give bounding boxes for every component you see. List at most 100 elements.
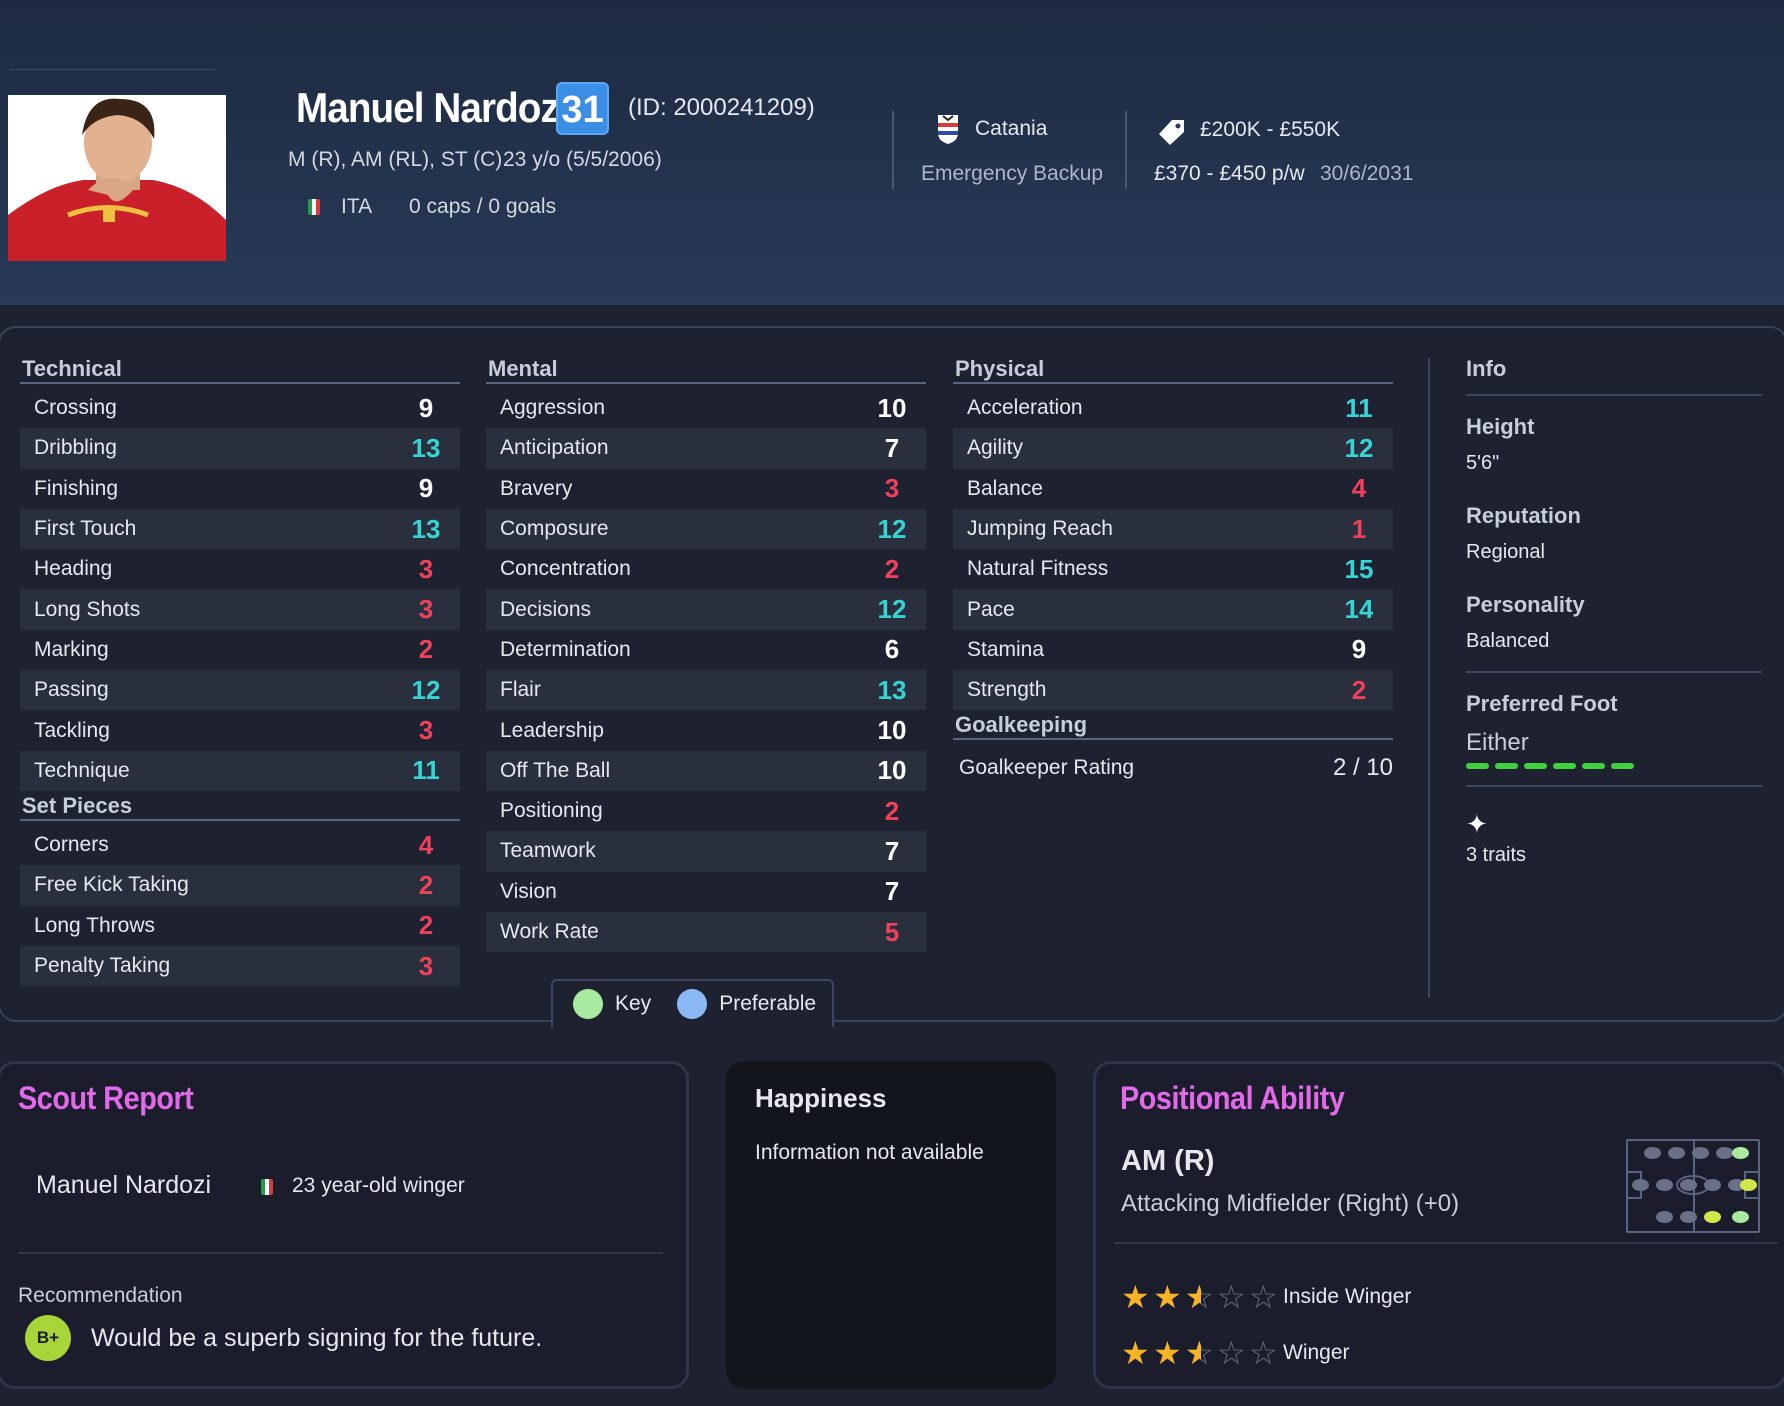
attribute-value: 13 bbox=[411, 432, 441, 463]
star-icon: ☆ bbox=[1249, 1335, 1278, 1371]
attribute-row[interactable]: Bravery 3 bbox=[486, 469, 926, 509]
attribute-row[interactable]: Crossing 9 bbox=[20, 388, 460, 428]
player-name: Manuel Nardozi bbox=[296, 84, 570, 131]
happiness-card: Happiness Information not available bbox=[726, 1061, 1056, 1389]
attribute-row[interactable]: Marking 2 bbox=[20, 630, 460, 670]
attribute-row[interactable]: Technique 11 bbox=[20, 750, 460, 791]
squad-status: Emergency Backup bbox=[921, 162, 1104, 185]
attribute-value: 4 bbox=[418, 829, 434, 860]
attribute-row[interactable]: Leadership 10 bbox=[486, 710, 926, 750]
attribute-row[interactable]: Pace 14 bbox=[953, 589, 1393, 630]
attribute-row[interactable]: Teamwork 7 bbox=[486, 831, 926, 872]
player-id: (ID: 2000241209) bbox=[628, 94, 815, 121]
selected-position-role: Attacking Midfielder (Right) (+0) bbox=[1121, 1190, 1460, 1217]
goalkeeper-rating-value: 2 / 10 bbox=[1332, 754, 1393, 782]
star-icon: ☆ bbox=[1217, 1335, 1246, 1371]
attribute-value: 3 bbox=[418, 715, 434, 746]
star-icon: ☆ bbox=[1217, 1279, 1246, 1315]
attribute-name: Dribbling bbox=[34, 436, 117, 460]
attribute-row[interactable]: First Touch 13 bbox=[20, 508, 460, 550]
scout-report-title: Scout Report bbox=[18, 1080, 194, 1116]
attributes-panel: Technical Crossing 9 Dribbling 13 Finishing 9… bbox=[0, 326, 1784, 1022]
attribute-name: Off The Ball bbox=[500, 758, 611, 782]
attribute-name: Long Throws bbox=[34, 913, 156, 937]
attribute-row[interactable]: Determination 6 bbox=[486, 630, 926, 670]
attribute-value: 2 bbox=[884, 795, 900, 826]
attribute-name: Jumping Reach bbox=[967, 517, 1113, 541]
recommendation-text: Would be a superb signing for the future… bbox=[91, 1324, 543, 1352]
attribute-name: Flair bbox=[500, 678, 541, 702]
divider bbox=[10, 69, 215, 70]
attribute-row[interactable]: Acceleration 11 bbox=[953, 388, 1393, 428]
section-title-physical: Physical bbox=[953, 354, 1393, 384]
attribute-value: 10 bbox=[877, 755, 907, 786]
attribute-value: 15 bbox=[1344, 553, 1374, 584]
club-name[interactable]: Catania bbox=[975, 117, 1047, 141]
attribute-row[interactable]: Aggression 10 bbox=[486, 388, 926, 428]
attribute-row[interactable]: Decisions 12 bbox=[486, 589, 926, 630]
attribute-row[interactable]: Agility 12 bbox=[953, 428, 1393, 469]
divider bbox=[1466, 671, 1762, 673]
attribute-row[interactable]: Heading 3 bbox=[20, 549, 460, 589]
contract-expiry: 30/6/2031 bbox=[1320, 162, 1414, 185]
attribute-name: Determination bbox=[500, 637, 631, 661]
attribute-name: Agility bbox=[967, 436, 1024, 460]
attribute-row[interactable]: Finishing 9 bbox=[20, 469, 460, 509]
attribute-row[interactable]: Long Throws 2 bbox=[20, 906, 460, 946]
attribute-row[interactable]: Penalty Taking 3 bbox=[20, 945, 460, 987]
attribute-value: 2 bbox=[418, 910, 434, 941]
international-caps: 0 caps / 0 goals bbox=[409, 195, 557, 218]
divider bbox=[1466, 394, 1762, 396]
attribute-name: Concentration bbox=[500, 557, 631, 581]
attribute-row[interactable]: Anticipation 7 bbox=[486, 428, 926, 469]
attribute-row[interactable]: Flair 13 bbox=[486, 670, 926, 711]
role-row[interactable]: ★ ★ ☆ ★ ☆ ☆ Winger bbox=[1121, 1325, 1721, 1381]
traits-count[interactable]: 3 traits bbox=[1466, 844, 1762, 867]
attribute-row[interactable]: Vision 7 bbox=[486, 872, 926, 912]
attribute-row[interactable]: Composure 12 bbox=[486, 508, 926, 550]
attribute-row[interactable]: Off The Ball 10 bbox=[486, 750, 926, 791]
attribute-row[interactable]: Concentration 2 bbox=[486, 549, 926, 589]
preferred-foot-bar bbox=[1466, 763, 1762, 769]
section-title-technical: Technical bbox=[20, 354, 460, 384]
attribute-row[interactable]: Jumping Reach 1 bbox=[953, 508, 1393, 550]
attribute-value: 7 bbox=[884, 835, 900, 866]
attribute-name: Composure bbox=[500, 517, 609, 541]
selected-position: AM (R) bbox=[1121, 1145, 1215, 1177]
role-row[interactable]: ★ ★ ☆ ★ ☆ ☆ Inside Winger bbox=[1121, 1269, 1721, 1325]
reputation-value: Regional bbox=[1466, 541, 1545, 563]
attribute-value: 12 bbox=[877, 513, 907, 544]
attribute-name: Tackling bbox=[34, 718, 110, 742]
goalkeeper-rating-row[interactable]: Goalkeeper Rating 2 / 10 bbox=[953, 746, 1393, 790]
attribute-row[interactable]: Strength 2 bbox=[953, 670, 1393, 711]
attribute-row[interactable]: Dribbling 13 bbox=[20, 428, 460, 469]
attribute-row[interactable]: Natural Fitness 15 bbox=[953, 549, 1393, 589]
attribute-value: 5 bbox=[884, 916, 900, 947]
legend-key-label: Key bbox=[615, 992, 652, 1015]
pitch-diagram[interactable] bbox=[1626, 1139, 1760, 1233]
attribute-row[interactable]: Corners 4 bbox=[20, 825, 460, 865]
role-list: ★ ★ ☆ ★ ☆ ☆ Inside Winger ★ ★ ☆ ★ ☆ ☆ Winger bbox=[1121, 1269, 1721, 1381]
attribute-row[interactable]: Tackling 3 bbox=[20, 710, 460, 750]
attribute-row[interactable]: Passing 12 bbox=[20, 670, 460, 711]
happiness-title: Happiness bbox=[755, 1083, 887, 1113]
attribute-value: 11 bbox=[412, 755, 440, 786]
attribute-row[interactable]: Work Rate 5 bbox=[486, 911, 926, 953]
sparkle-icon[interactable]: ✦ bbox=[1466, 809, 1762, 840]
price-tag-icon bbox=[1159, 120, 1184, 145]
attribute-name: Finishing bbox=[34, 476, 119, 500]
attribute-value: 4 bbox=[1351, 473, 1367, 504]
attribute-value: 2 bbox=[418, 869, 434, 900]
club-crest-icon[interactable] bbox=[936, 113, 960, 145]
attribute-value: 9 bbox=[1351, 634, 1367, 665]
attribute-value: 7 bbox=[884, 432, 900, 463]
attribute-row[interactable]: Free Kick Taking 2 bbox=[20, 865, 460, 906]
attribute-row[interactable]: Long Shots 3 bbox=[20, 589, 460, 630]
technical-column: Technical Crossing 9 Dribbling 13 Finishing 9… bbox=[20, 354, 460, 987]
attribute-row[interactable]: Positioning 2 bbox=[486, 791, 926, 831]
attribute-row[interactable]: Stamina 9 bbox=[953, 630, 1393, 670]
section-title-goalkeeping: Goalkeeping bbox=[953, 710, 1393, 741]
attribute-row[interactable]: Balance 4 bbox=[953, 469, 1393, 509]
attribute-name: Passing bbox=[34, 678, 109, 702]
role-star-rating: ★ ★ ☆ ★ ☆ ☆ bbox=[1121, 1337, 1281, 1369]
